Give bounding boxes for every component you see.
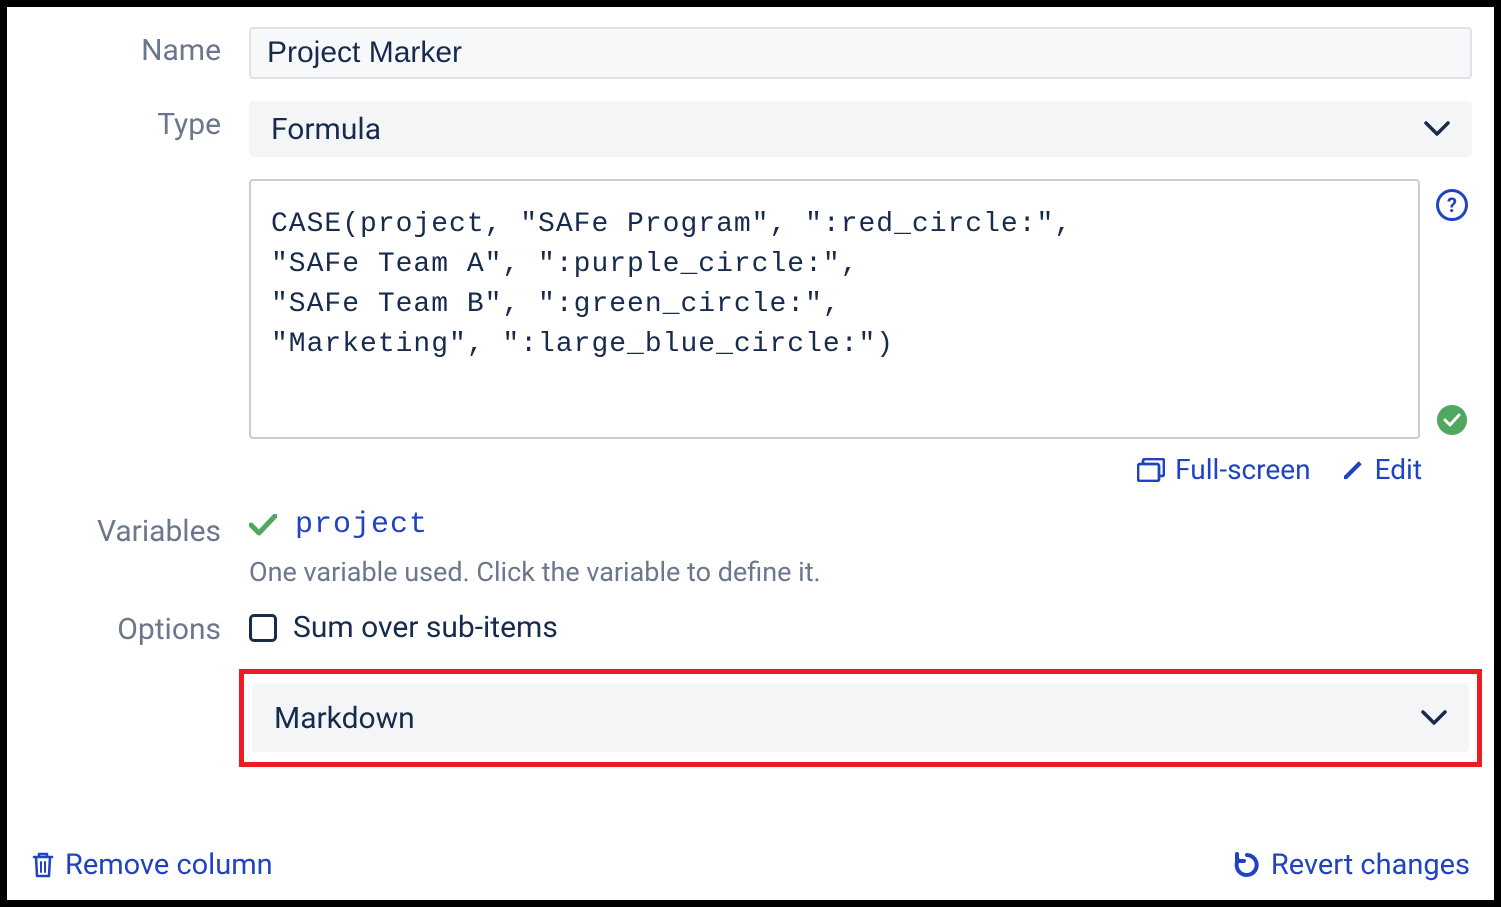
help-icon[interactable]: ? — [1436, 189, 1468, 221]
variables-help-text: One variable used. Click the variable to… — [249, 556, 1472, 588]
revert-icon — [1233, 851, 1261, 879]
format-select-highlight: Markdown — [239, 669, 1482, 767]
remove-column-button[interactable]: Remove column — [31, 848, 273, 882]
name-label: Name — [29, 27, 249, 68]
options-row: Options Sum over sub-items Markdown — [29, 610, 1472, 767]
fullscreen-button[interactable]: Full-screen — [1137, 453, 1310, 486]
variable-link[interactable]: project — [295, 508, 428, 542]
variables-row: Variables project One variable used. Cli… — [29, 508, 1472, 588]
formula-side-icons: ? — [1432, 179, 1472, 439]
sum-over-subitems-label: Sum over sub-items — [293, 610, 558, 645]
options-label: Options — [29, 610, 249, 647]
formula-action-bar: Full-screen Edit — [249, 453, 1472, 486]
edit-label: Edit — [1375, 453, 1422, 486]
chevron-down-icon — [1424, 121, 1450, 137]
variables-label: Variables — [29, 508, 249, 549]
sum-over-subitems-checkbox[interactable] — [249, 614, 277, 642]
revert-changes-label: Revert changes — [1271, 848, 1470, 882]
type-select[interactable]: Formula — [249, 101, 1472, 157]
remove-column-label: Remove column — [65, 848, 273, 882]
formula-textarea[interactable]: CASE(project, "SAFe Program", ":red_circ… — [249, 179, 1420, 439]
name-row: Name — [29, 27, 1472, 79]
fullscreen-label: Full-screen — [1175, 453, 1310, 486]
name-input[interactable] — [249, 27, 1472, 79]
format-select[interactable]: Markdown — [252, 684, 1469, 752]
footer-bar: Remove column Revert changes — [31, 848, 1470, 882]
format-select-value: Markdown — [274, 701, 415, 736]
valid-check-icon — [1437, 405, 1467, 435]
variable-valid-check-icon — [249, 514, 277, 536]
sum-over-subitems-row: Sum over sub-items — [249, 610, 1472, 645]
formula-row: CASE(project, "SAFe Program", ":red_circ… — [29, 179, 1472, 486]
type-label: Type — [29, 101, 249, 142]
type-row: Type Formula — [29, 101, 1472, 157]
type-select-value: Formula — [271, 112, 381, 147]
fullscreen-icon — [1137, 458, 1165, 482]
pencil-icon — [1341, 458, 1365, 482]
edit-button[interactable]: Edit — [1341, 453, 1422, 486]
chevron-down-icon — [1421, 710, 1447, 726]
trash-icon — [31, 851, 55, 879]
revert-changes-button[interactable]: Revert changes — [1233, 848, 1470, 882]
column-editor-panel: Name Type Formula CASE(project, "SAFe Pr… — [0, 0, 1501, 907]
